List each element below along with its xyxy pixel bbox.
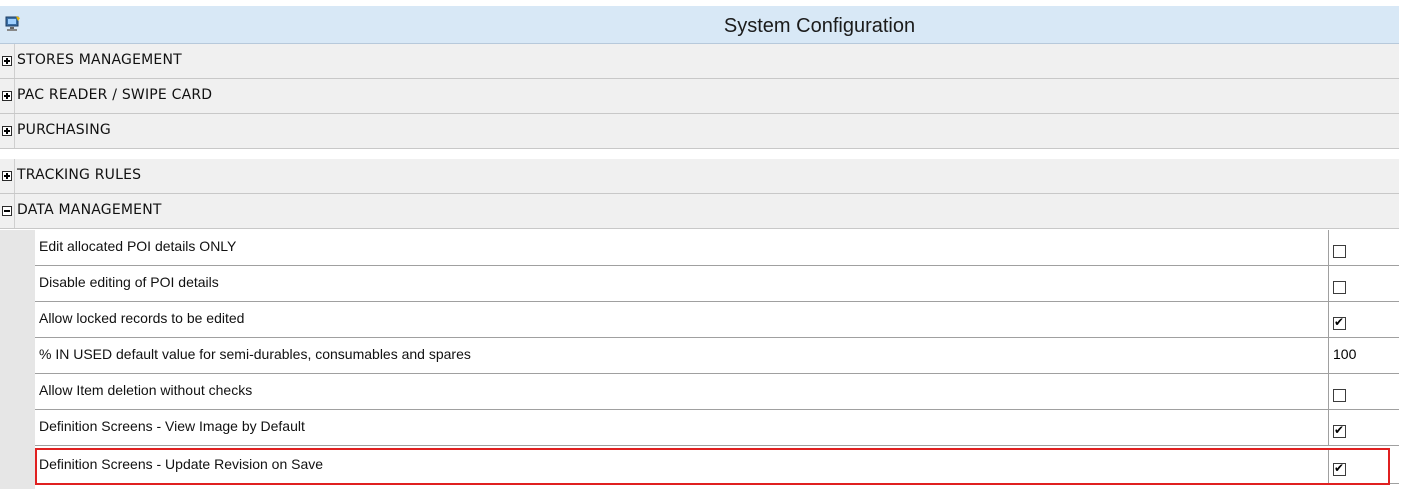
section-label: STORES MANAGEMENT <box>17 52 182 68</box>
setting-label: % IN USED default value for semi-durable… <box>39 346 471 362</box>
title-bar: System Configuration <box>0 6 1399 44</box>
expand-plus-icon[interactable] <box>2 91 12 101</box>
view-image-default-checkbox[interactable] <box>1333 423 1346 438</box>
setting-value-cell <box>1328 374 1399 409</box>
window-title: System Configuration <box>723 15 916 37</box>
setting-row-disable-poi-editing: Disable editing of POI details <box>35 266 1399 302</box>
setting-value-cell <box>1328 410 1399 445</box>
section-label: PAC READER / SWIPE CARD <box>17 87 213 103</box>
section-label: PURCHASING <box>17 122 111 138</box>
setting-label: Allow Item deletion without checks <box>39 382 253 398</box>
setting-value-cell <box>1328 448 1399 483</box>
setting-label: Edit allocated POI details ONLY <box>39 238 237 254</box>
section-data-management[interactable]: DATA MANAGEMENT <box>0 194 1399 229</box>
section-label: DATA MANAGEMENT <box>17 202 162 218</box>
setting-value-cell <box>1328 266 1399 301</box>
section-label: TRACKING RULES <box>17 167 142 183</box>
collapse-minus-icon[interactable] <box>2 206 12 216</box>
setting-label: Definition Screens - Update Revision on … <box>39 456 324 472</box>
setting-value-cell <box>1328 302 1399 337</box>
setting-label: Disable editing of POI details <box>39 274 219 290</box>
setting-row-in-used-default: % IN USED default value for semi-durable… <box>35 338 1399 374</box>
row-gutter <box>0 230 35 489</box>
update-revision-on-save-checkbox[interactable] <box>1333 461 1346 476</box>
expand-plus-icon[interactable] <box>2 171 12 181</box>
setting-label: Definition Screens - View Image by Defau… <box>39 418 305 434</box>
setting-row-allow-locked-records: Allow locked records to be edited <box>35 302 1399 338</box>
in-used-default-value[interactable]: 100 <box>1333 346 1356 362</box>
expand-plus-icon[interactable] <box>2 56 12 66</box>
setting-value-cell <box>1328 230 1399 265</box>
section-purchasing[interactable]: PURCHASING <box>0 114 1399 149</box>
setting-value-cell[interactable]: 100 <box>1328 338 1399 373</box>
setting-row-view-image-default: Definition Screens - View Image by Defau… <box>35 410 1399 446</box>
setting-row-edit-allocated-poi: Edit allocated POI details ONLY <box>35 230 1399 266</box>
section-pac-reader[interactable]: PAC READER / SWIPE CARD <box>0 79 1399 114</box>
setting-row-allow-item-deletion: Allow Item deletion without checks <box>35 374 1399 410</box>
expand-plus-icon[interactable] <box>2 126 12 136</box>
section-stores-management[interactable]: STORES MANAGEMENT <box>0 44 1399 79</box>
allow-item-deletion-checkbox[interactable] <box>1333 389 1346 402</box>
edit-allocated-poi-checkbox[interactable] <box>1333 245 1346 258</box>
disable-poi-editing-checkbox[interactable] <box>1333 281 1346 294</box>
system-configuration-window: System Configuration STORES MANAGEMENT P… <box>0 0 1403 489</box>
allow-locked-records-checkbox[interactable] <box>1333 315 1346 330</box>
setting-label: Allow locked records to be edited <box>39 310 245 326</box>
section-tracking-rules[interactable]: TRACKING RULES <box>0 159 1399 194</box>
setting-row-update-revision-on-save: Definition Screens - Update Revision on … <box>35 448 1399 484</box>
